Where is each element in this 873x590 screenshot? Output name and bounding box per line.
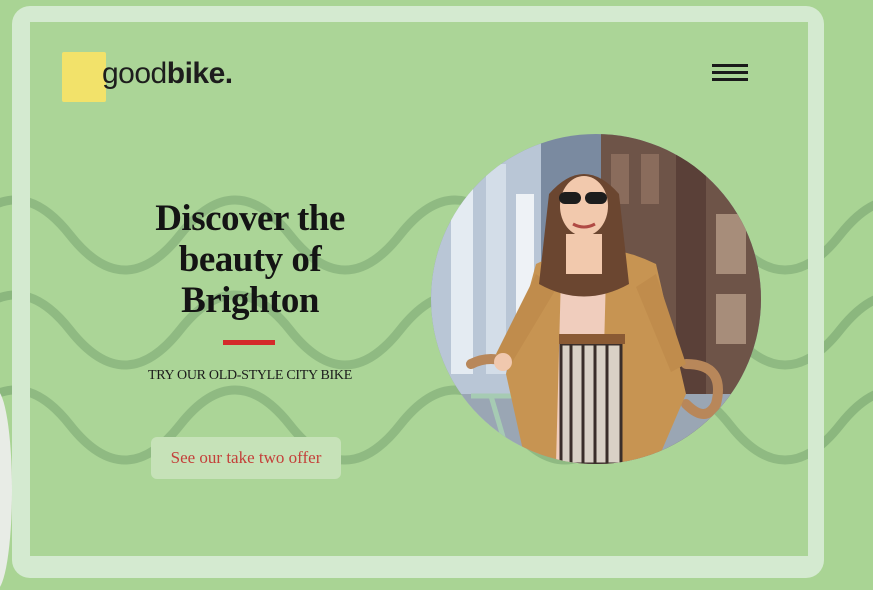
logo-mark-icon [62, 52, 106, 102]
hero-headline: Discover the beauty of Brighton [155, 198, 345, 321]
logo-text: goodbike. [102, 57, 233, 91]
headline-accent-bar [223, 340, 275, 345]
woman-with-bicycle-photo [431, 134, 761, 464]
logo-text-bold: bike. [166, 57, 233, 90]
logo-text-light: good [102, 57, 167, 90]
hero-subheadline: TRY OUR OLD-STYLE CITY BIKE [148, 368, 352, 383]
hamburger-menu-icon[interactable] [709, 60, 749, 86]
take-two-offer-button[interactable]: See our take two offer [151, 437, 341, 479]
